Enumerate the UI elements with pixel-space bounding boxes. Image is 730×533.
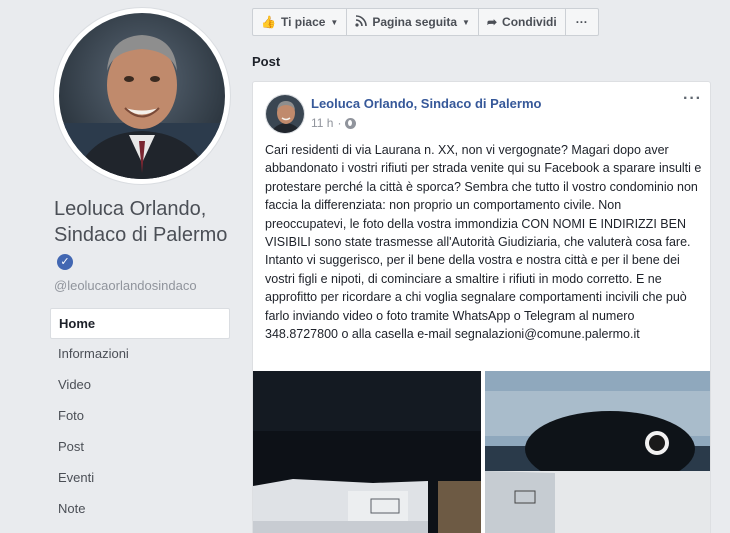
thumbs-up-icon: 👍	[261, 15, 276, 29]
post-timestamp[interactable]: 11 h	[311, 116, 333, 130]
more-dots-icon: ···	[575, 15, 588, 29]
post-card: Leoluca Orlando, Sindaco di Palermo 11 h…	[252, 81, 711, 533]
page-handle[interactable]: @leolucaorlandosindaco	[54, 278, 197, 293]
post-photos	[253, 371, 710, 533]
post-photo-2[interactable]	[484, 371, 710, 533]
globe-icon	[345, 117, 357, 129]
nav-item-informazioni[interactable]: Informazioni	[50, 339, 230, 370]
profile-photo	[59, 13, 225, 179]
chevron-down-icon: ▼	[462, 17, 470, 27]
nav-item-home[interactable]: Home	[50, 308, 230, 339]
chevron-down-icon: ▼	[330, 17, 339, 27]
post-meta: 11 h ·	[311, 116, 357, 130]
follow-label: Pagina seguita	[372, 15, 458, 29]
page-name: Leoluca Orlando, Sindaco di Palermo✓	[54, 198, 228, 270]
post-body-text: Cari residenti di via Laurana n. XX, non…	[265, 143, 702, 342]
nav-item-foto[interactable]: Foto	[50, 401, 230, 432]
rss-icon	[355, 14, 368, 30]
nav-item-post[interactable]: Post	[50, 432, 230, 463]
post-author-name[interactable]: Leoluca Orlando, Sindaco di Palermo	[311, 96, 541, 111]
post-options-button[interactable]: ···	[683, 91, 702, 107]
share-label: Condividi	[502, 15, 557, 29]
profile-picture[interactable]	[54, 8, 230, 184]
post-author-avatar[interactable]	[265, 94, 305, 134]
nav-item-note[interactable]: Note	[50, 494, 230, 525]
posts-section-title: Post	[252, 54, 281, 69]
post-photo-1[interactable]	[253, 371, 481, 533]
verified-badge-icon: ✓	[57, 254, 73, 270]
page-action-bar: 👍 Ti piace ▼ Pagina seguita ▼ ➦ Condivid…	[252, 8, 599, 37]
nav-item-eventi[interactable]: Eventi	[50, 463, 230, 494]
like-button[interactable]: 👍 Ti piace ▼	[252, 8, 348, 36]
like-label: Ti piace	[280, 15, 326, 29]
share-button[interactable]: ➦ Condividi	[477, 8, 566, 36]
follow-button[interactable]: Pagina seguita ▼	[346, 8, 479, 36]
nav-item-video[interactable]: Video	[50, 370, 230, 401]
share-arrow-icon: ➦	[486, 15, 498, 29]
more-options-button[interactable]: ···	[564, 8, 599, 36]
page-nav: Home Informazioni Video Foto Post Eventi…	[50, 308, 230, 525]
